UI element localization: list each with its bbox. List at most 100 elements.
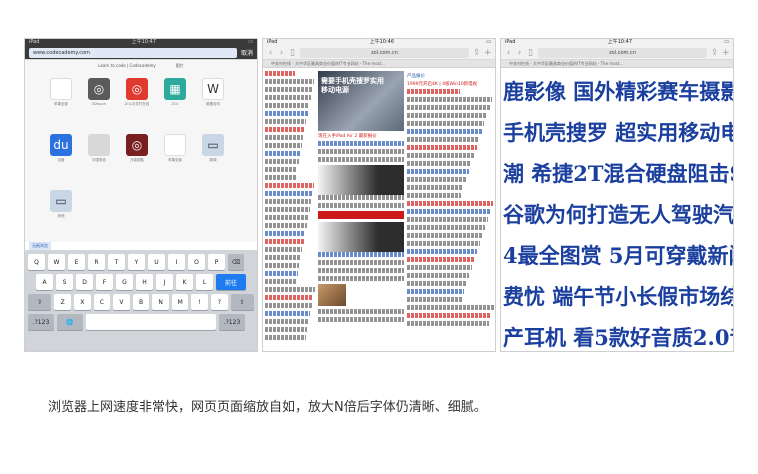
link-line[interactable] xyxy=(407,209,491,214)
link-line[interactable] xyxy=(407,257,475,262)
link-line[interactable] xyxy=(265,215,308,220)
link-line[interactable] xyxy=(407,201,494,206)
link-line[interactable] xyxy=(265,295,313,300)
favorite-item[interactable]: 苹果全部 xyxy=(161,134,189,176)
link-line[interactable] xyxy=(407,97,493,102)
url-input[interactable]: www.codecademy.com xyxy=(29,47,237,58)
zoomed-headline[interactable]: 费忧 端午节小长假市场综述 xyxy=(503,281,733,311)
favorite-item[interactable]: ◎ 万能钥匙 xyxy=(123,134,151,176)
forward-icon[interactable]: › xyxy=(516,47,523,59)
favorite-item[interactable]: ◎ 3Dtouch xyxy=(85,78,113,120)
favorite-item[interactable]: ▦ ZOL xyxy=(161,78,189,120)
link-line[interactable] xyxy=(265,151,300,156)
key[interactable]: T xyxy=(108,254,125,270)
new-tab-icon[interactable]: + xyxy=(484,47,492,59)
headline[interactable]: 1999元开启4K | 4核Win10新电视 xyxy=(407,81,495,87)
link-line[interactable] xyxy=(265,247,302,252)
link-line[interactable] xyxy=(407,137,480,142)
private-browsing-chip[interactable]: 无痕浏览 xyxy=(29,242,51,250)
key[interactable]: O xyxy=(188,254,205,270)
favorite-item[interactable]: ▭ 其他 xyxy=(47,190,75,232)
tab-title[interactable]: 中关村在线 - 大中华区最具商业价值的IT专业网站 - The most... xyxy=(263,60,495,68)
key[interactable]: G xyxy=(116,274,133,290)
key[interactable]: X xyxy=(73,294,91,310)
link-line[interactable] xyxy=(407,89,460,94)
link-line[interactable] xyxy=(265,303,312,308)
zoomed-headline[interactable]: 鹿影像 国外精彩赛车摄影 xyxy=(503,76,733,106)
link-line[interactable] xyxy=(265,207,310,212)
link-line[interactable] xyxy=(407,121,485,126)
share-icon[interactable]: ⇪ xyxy=(711,47,719,59)
zoomed-headline[interactable]: 4最全图赏 5月可穿戴新闻 xyxy=(503,240,733,270)
link-line[interactable] xyxy=(265,255,301,260)
link-line[interactable] xyxy=(265,327,307,332)
key[interactable]: Z xyxy=(54,294,71,310)
key[interactable]: F xyxy=(96,274,113,290)
key[interactable]: ? xyxy=(211,294,228,310)
favorite-item[interactable]: W 维基百科 xyxy=(199,78,227,120)
key[interactable]: S xyxy=(56,274,73,290)
link-line[interactable] xyxy=(265,199,311,204)
link-line[interactable] xyxy=(407,193,461,198)
key[interactable]: A xyxy=(36,274,53,290)
key[interactable]: ⇧ xyxy=(230,294,255,310)
zoomed-headline[interactable]: 手机壳搜罗 超实用移动电源 xyxy=(503,117,733,147)
link-line[interactable] xyxy=(407,305,495,310)
link-line[interactable] xyxy=(407,273,470,278)
key[interactable]: K xyxy=(176,274,193,290)
zoomed-headline[interactable]: 潮 希捷2T混合硬盘阻击S xyxy=(503,158,733,188)
new-tab-icon[interactable]: + xyxy=(722,47,730,59)
link-line[interactable] xyxy=(265,287,315,292)
ad-image[interactable] xyxy=(318,222,404,252)
key[interactable]: ! xyxy=(191,294,209,310)
promo-bar[interactable] xyxy=(318,211,404,219)
key[interactable]: M xyxy=(171,294,189,310)
key[interactable]: I xyxy=(168,254,185,270)
favorite-item[interactable]: ▭ 新闻 xyxy=(199,134,227,176)
key[interactable]: ⇧ xyxy=(28,294,52,310)
key[interactable]: H xyxy=(136,274,153,290)
link-line[interactable] xyxy=(265,103,309,108)
key[interactable]: B xyxy=(132,294,150,310)
link-line[interactable] xyxy=(265,279,296,284)
share-icon[interactable]: ⇪ xyxy=(473,47,481,59)
key[interactable]: P xyxy=(208,254,225,270)
key[interactable]: J xyxy=(156,274,173,290)
link-line[interactable] xyxy=(407,161,472,166)
back-icon[interactable]: ‹ xyxy=(505,47,512,59)
url-input[interactable]: zol.com.cn xyxy=(538,47,707,58)
link-line[interactable] xyxy=(265,183,314,188)
link-line[interactable] xyxy=(407,233,483,238)
link-line[interactable] xyxy=(265,143,302,148)
link-line[interactable] xyxy=(265,111,308,116)
key[interactable]: V xyxy=(113,294,130,310)
link-line[interactable] xyxy=(407,297,462,302)
link-line[interactable] xyxy=(407,217,488,222)
link-line[interactable] xyxy=(407,145,477,150)
link-line[interactable] xyxy=(407,113,488,118)
link-line[interactable] xyxy=(407,169,469,174)
link-line[interactable] xyxy=(265,167,297,172)
link-line[interactable] xyxy=(407,105,490,110)
key[interactable]: R xyxy=(88,254,105,270)
bookmarks-icon[interactable]: ▯ xyxy=(289,47,296,59)
favorite-item[interactable]: 苹果全部 xyxy=(47,78,75,120)
zoomed-headline[interactable]: 谷歌为何打造无人驾驶汽 xyxy=(503,199,733,229)
link-line[interactable] xyxy=(265,119,306,124)
key[interactable]: .?123 xyxy=(28,314,54,330)
link-line[interactable] xyxy=(407,313,492,318)
link-line[interactable] xyxy=(265,239,304,244)
url-input[interactable]: zol.com.cn xyxy=(300,47,469,58)
link-line[interactable] xyxy=(407,177,466,182)
link-line[interactable] xyxy=(265,223,307,228)
hero-banner[interactable]: 需要手机壳搜罗实用移动电源 xyxy=(318,71,404,131)
key[interactable]: W xyxy=(48,254,65,270)
headline[interactable]: 现在入手iPad Air 2 最新报价 xyxy=(318,133,404,139)
favorite-item[interactable]: du 百度 xyxy=(47,134,75,176)
tab-title[interactable]: 中关村在线 - 大中华区最具商业价值的IT专业网站 - The most... xyxy=(501,60,733,68)
favorite-item[interactable]: 中国电信 xyxy=(85,134,113,176)
key[interactable]: E xyxy=(68,254,85,270)
key[interactable]: 🌐 xyxy=(57,314,83,330)
link-line[interactable] xyxy=(265,135,303,140)
bookmarks-icon[interactable]: ▯ xyxy=(527,47,534,59)
